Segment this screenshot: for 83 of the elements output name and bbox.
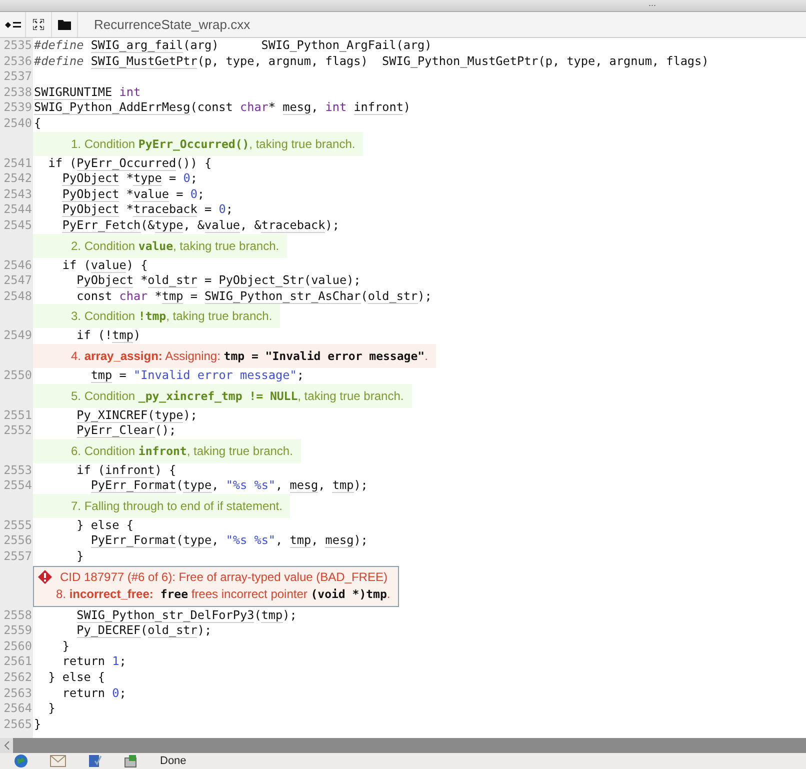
code-line: } else { xyxy=(47,670,106,686)
code-line: #define SWIG_arg_fail(arg) SWIG_Python_ArgFail(arg) xyxy=(33,38,432,54)
line-number: 2561 xyxy=(2,654,33,670)
line-number: 2560 xyxy=(2,638,33,654)
expand-icon xyxy=(33,19,44,30)
envelope-icon[interactable] xyxy=(50,755,66,767)
code-line: SWIG_Python_AddErrMesg(const char* mesg, int infront) xyxy=(33,100,411,116)
code-line: PyErr_Clear(); xyxy=(76,423,176,439)
code-line: tmp = "Invalid error message"; xyxy=(90,368,304,384)
code-line: PyObject *traceback = 0; xyxy=(61,202,233,218)
code-line: { xyxy=(33,116,42,132)
code-line: return 0; xyxy=(61,686,126,702)
line-number: 2541 xyxy=(2,156,33,172)
line-number: 2565 xyxy=(2,716,33,732)
line-number: 2558 xyxy=(2,608,33,624)
list-icon xyxy=(4,20,20,30)
code-line: } else { xyxy=(76,518,134,534)
line-number: 2552 xyxy=(2,423,33,439)
line-number: 2547 xyxy=(2,273,33,289)
code-line: } xyxy=(76,549,84,565)
line-number: 2546 xyxy=(2,258,33,274)
horizontal-scrollbar[interactable] xyxy=(0,738,806,753)
code-line: PyObject *type = 0; xyxy=(61,171,198,187)
line-number: 2549 xyxy=(2,328,33,344)
line-number: 2550 xyxy=(2,368,33,384)
event-note: 8. incorrect_free: free frees incorrect pointer (void *)tmp. xyxy=(55,586,392,603)
event-note: 5. Condition _py_xincref_tmp != NULL, taking true branch. xyxy=(33,384,412,408)
code-line: Py_DECREF(old_str); xyxy=(76,623,212,639)
line-number: 2535 xyxy=(2,38,33,54)
code-line: if (!tmp) xyxy=(76,328,141,344)
code-line: if (value) { xyxy=(61,258,148,274)
line-number: 2539 xyxy=(2,100,33,116)
code-line: Py_XINCREF(type); xyxy=(76,408,198,424)
event-note: 6. Condition infront, taking true branch. xyxy=(33,438,301,463)
line-number: 2542 xyxy=(2,171,33,187)
event-note: 1. Condition PyErr_Occurred(), taking true branch. xyxy=(33,132,364,156)
line-number: 2545 xyxy=(2,218,33,234)
code-line: PyErr_Fetch(&type, &value, &traceback); xyxy=(61,218,340,234)
code-line: if (infront) { xyxy=(76,462,176,478)
code-line: } xyxy=(61,638,70,654)
line-number: 2536 xyxy=(2,54,33,70)
globe-icon[interactable] xyxy=(14,754,28,768)
folder-icon xyxy=(58,19,71,30)
file-tab[interactable]: RecurrenceState_wrap.cxx xyxy=(78,17,250,32)
line-number: 2551 xyxy=(2,408,33,424)
code-line: return 1; xyxy=(61,654,126,670)
event-note: 4. array_assign: Assigning: tmp = "Invalid error message". xyxy=(33,344,436,368)
code-line: SWIG_Python_str_DelForPy3(tmp); xyxy=(76,608,297,624)
code-line: if (PyErr_Occurred()) { xyxy=(47,156,212,172)
line-number: 2544 xyxy=(2,202,33,218)
chevron-left-icon xyxy=(4,741,10,750)
line-number: 2543 xyxy=(2,186,33,202)
line-number: 2562 xyxy=(2,670,33,686)
line-number: 2555 xyxy=(2,518,33,534)
code-line: SWIGRUNTIME int xyxy=(33,84,141,100)
code-line: #define SWIG_MustGetPtr(p, type, argnum, flags) SWIG_Python_MustGetPtr(p, type, argnum, flags) xyxy=(33,54,709,70)
event-note: 7. Falling through to end of if statement. xyxy=(33,494,290,518)
code-line: PyErr_Format(type, "%s %s", tmp, mesg); xyxy=(90,533,368,550)
status-text: Done xyxy=(160,755,186,767)
error-icon xyxy=(38,570,52,584)
code-line: PyObject *value = 0; xyxy=(61,186,205,202)
scroll-left-button[interactable] xyxy=(0,738,13,753)
line-number: 2537 xyxy=(2,69,33,85)
line-number: 2540 xyxy=(2,116,33,132)
line-number: 2538 xyxy=(2,84,33,100)
event-note: 3. Condition !tmp, taking true branch. xyxy=(33,304,280,328)
box-icon[interactable] xyxy=(124,754,138,768)
defect-title: CID 187977 (#6 of 6): Free of array-typed value (BAD_FREE) xyxy=(60,570,388,584)
address-book-icon[interactable] xyxy=(88,754,102,768)
code-line: } xyxy=(47,701,56,717)
line-number: 2554 xyxy=(2,478,33,494)
event-note: 2. Condition value, taking true branch. xyxy=(33,234,288,258)
line-number: 2556 xyxy=(2,533,33,550)
code-line: PyErr_Format(type, "%s %s", mesg, tmp); xyxy=(90,478,368,494)
line-number: 2553 xyxy=(2,462,33,478)
line-number: 2557 xyxy=(2,549,33,565)
line-number: 2563 xyxy=(2,686,33,702)
resize-grip[interactable]: ... xyxy=(648,0,656,11)
line-number: 2564 xyxy=(2,701,33,717)
code-line: } xyxy=(33,716,42,732)
code-line: PyObject *old_str = PyObject_Str(value); xyxy=(76,273,361,289)
line-number: 2548 xyxy=(2,288,33,304)
line-number: 2559 xyxy=(2,623,33,639)
